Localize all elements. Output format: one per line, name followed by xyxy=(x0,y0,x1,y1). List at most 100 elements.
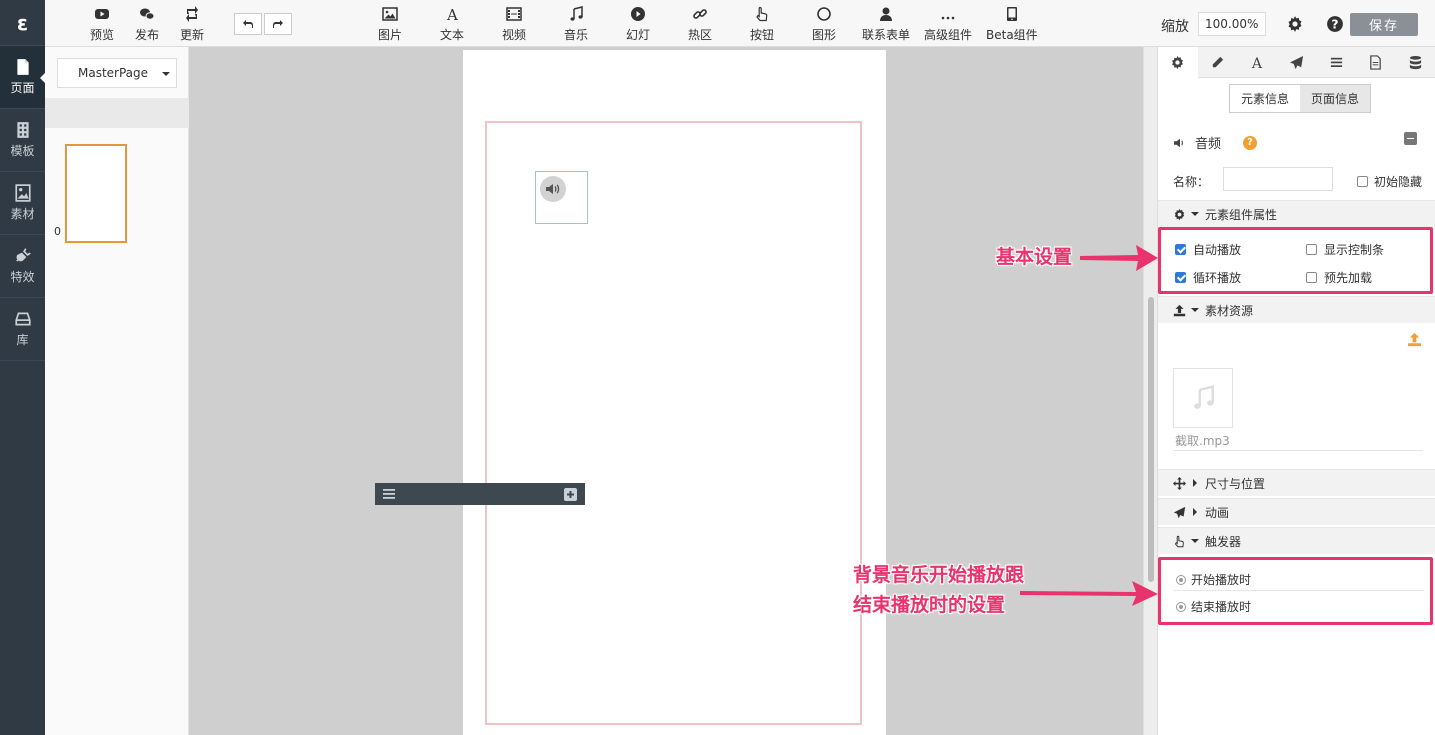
page-list-header xyxy=(45,98,189,128)
scrollbar-thumb[interactable] xyxy=(1148,297,1154,582)
font-icon: A xyxy=(1251,56,1263,70)
save-button[interactable]: 保存 xyxy=(1350,13,1418,36)
highlight-trigger-settings xyxy=(1158,557,1433,625)
insert-contact-form-button[interactable]: 联系表单 xyxy=(862,6,910,43)
insert-text-button[interactable]: A 文本 xyxy=(440,6,464,43)
page-stage[interactable] xyxy=(375,50,886,735)
insert-picture-button[interactable]: 图片 xyxy=(378,6,402,43)
list-icon[interactable] xyxy=(383,489,395,499)
segment-page-info[interactable]: 页面信息 xyxy=(1300,85,1370,112)
tab-style[interactable] xyxy=(1198,47,1238,78)
top-toolbar: 预览 发布 更新 图片 A 文本 视频 音乐 幻灯 热区 按钮 图形 联系表单 … xyxy=(45,0,1435,47)
rail-item-template[interactable]: 模板 xyxy=(0,109,45,172)
undo-redo-group xyxy=(234,13,292,35)
beta-components-label: Beta组件 xyxy=(986,28,1038,42)
wechat-icon xyxy=(140,8,155,20)
hand-pointer-icon xyxy=(756,6,768,22)
tab-list[interactable] xyxy=(1316,47,1356,78)
annotation-arrow-icon xyxy=(1020,581,1158,606)
publish-button[interactable]: 发布 xyxy=(135,6,159,43)
svg-text:?: ? xyxy=(1331,18,1338,32)
list-icon xyxy=(1330,57,1342,67)
insert-music-label: 音乐 xyxy=(564,28,589,42)
zoom-input[interactable]: 100.00% xyxy=(1198,12,1266,36)
undo-button[interactable] xyxy=(234,13,262,35)
insert-video-button[interactable]: 视频 xyxy=(502,6,526,43)
tab-data[interactable] xyxy=(1395,47,1435,78)
chevron-down-icon xyxy=(162,72,170,80)
undo-icon xyxy=(243,20,253,28)
plus-square-icon[interactable] xyxy=(564,487,577,501)
svg-text:A: A xyxy=(1251,56,1263,70)
file-icon xyxy=(1370,55,1381,70)
insert-contact-form-label: 联系表单 xyxy=(862,28,911,42)
insert-shape-button[interactable]: 图形 xyxy=(812,6,836,43)
page-list-panel: MasterPage 0 xyxy=(45,47,189,735)
rail-item-library[interactable]: 库 xyxy=(0,298,45,361)
help-icon[interactable]: ? xyxy=(1326,15,1344,33)
preview-label: 预览 xyxy=(90,28,115,42)
preview-button[interactable]: 预览 xyxy=(90,6,114,43)
name-field[interactable] xyxy=(1223,167,1333,191)
app-logo[interactable]: ε xyxy=(0,0,45,46)
speaker-icon xyxy=(540,176,566,202)
tab-text[interactable]: A xyxy=(1237,47,1277,78)
initial-hide-option[interactable]: 初始隐藏 xyxy=(1357,173,1422,190)
music-icon xyxy=(570,6,583,21)
gear-icon xyxy=(1172,55,1184,70)
update-button[interactable]: 更新 xyxy=(180,6,204,43)
beta-components-button[interactable]: Beta组件 xyxy=(986,6,1038,43)
info-segmented-control: 元素信息 页面信息 xyxy=(1229,84,1371,113)
divider xyxy=(1173,450,1423,451)
tab-action[interactable] xyxy=(1277,47,1317,78)
initial-hide-checkbox[interactable] xyxy=(1357,176,1368,187)
rail-item-label: 页面 xyxy=(10,81,35,95)
insert-shape-label: 图形 xyxy=(812,28,837,42)
insert-picture-label: 图片 xyxy=(378,28,403,42)
tab-settings[interactable] xyxy=(1158,47,1198,78)
youtube-icon xyxy=(95,9,109,19)
insert-slideshow-button[interactable]: 幻灯 xyxy=(626,6,650,43)
section-component-props[interactable]: 元素组件属性 xyxy=(1158,200,1435,227)
section-size-position[interactable]: 尺寸与位置 xyxy=(1158,469,1435,496)
tablet-icon xyxy=(1006,7,1017,21)
section-animation[interactable]: 动画 xyxy=(1158,498,1435,525)
section-title: 元素组件属性 xyxy=(1205,207,1278,222)
insert-music-button[interactable]: 音乐 xyxy=(564,6,588,43)
editor-canvas[interactable] xyxy=(189,47,1143,735)
paper-plane-icon xyxy=(1289,55,1304,70)
audio-element[interactable] xyxy=(535,171,588,224)
play-circle-icon xyxy=(631,7,645,21)
rail-item-effects[interactable]: 特效 xyxy=(0,235,45,298)
caret-down-icon xyxy=(1191,539,1199,547)
insert-hotspot-button[interactable]: 热区 xyxy=(688,6,712,43)
annotation-bg-music-line1: 背景音乐开始播放跟 xyxy=(853,564,1025,586)
question-circle-icon[interactable]: ? xyxy=(1243,135,1258,150)
insert-slideshow-label: 幻灯 xyxy=(626,28,651,42)
redo-button[interactable] xyxy=(264,13,292,35)
upload-icon[interactable] xyxy=(1407,332,1422,347)
insert-hotspot-label: 热区 xyxy=(688,28,713,42)
collapse-button[interactable] xyxy=(1404,132,1417,145)
floating-layer-bar[interactable] xyxy=(375,483,585,505)
rail-item-label: 素材 xyxy=(10,207,35,221)
rail-item-label: 特效 xyxy=(10,270,35,284)
asset-thumbnail[interactable] xyxy=(1173,368,1233,428)
section-trigger[interactable]: 触发器 xyxy=(1158,527,1435,554)
safe-area-guide xyxy=(485,121,862,725)
rail-item-page[interactable]: 页面 xyxy=(0,46,46,109)
properties-panel: A 元素信息 页面信息 音频 ? 名称： 初始隐藏 元素组件属性 自动播放 显示… xyxy=(1157,47,1435,735)
gear-icon[interactable] xyxy=(1286,15,1304,33)
library-icon xyxy=(14,312,31,326)
redo-icon xyxy=(273,20,283,28)
advanced-components-button[interactable]: 高级组件 xyxy=(924,6,972,43)
segment-element-info[interactable]: 元素信息 xyxy=(1230,85,1300,112)
section-assets[interactable]: 素材资源 xyxy=(1158,296,1435,323)
tab-file[interactable] xyxy=(1356,47,1396,78)
page-thumbnail[interactable] xyxy=(65,144,127,243)
insert-button-button[interactable]: 按钮 xyxy=(750,6,774,43)
master-page-select[interactable]: MasterPage xyxy=(57,58,177,88)
canvas-scrollbar[interactable] xyxy=(1143,47,1157,735)
rail-item-assets[interactable]: 素材 xyxy=(0,172,45,235)
highlight-basic-settings xyxy=(1158,227,1433,294)
